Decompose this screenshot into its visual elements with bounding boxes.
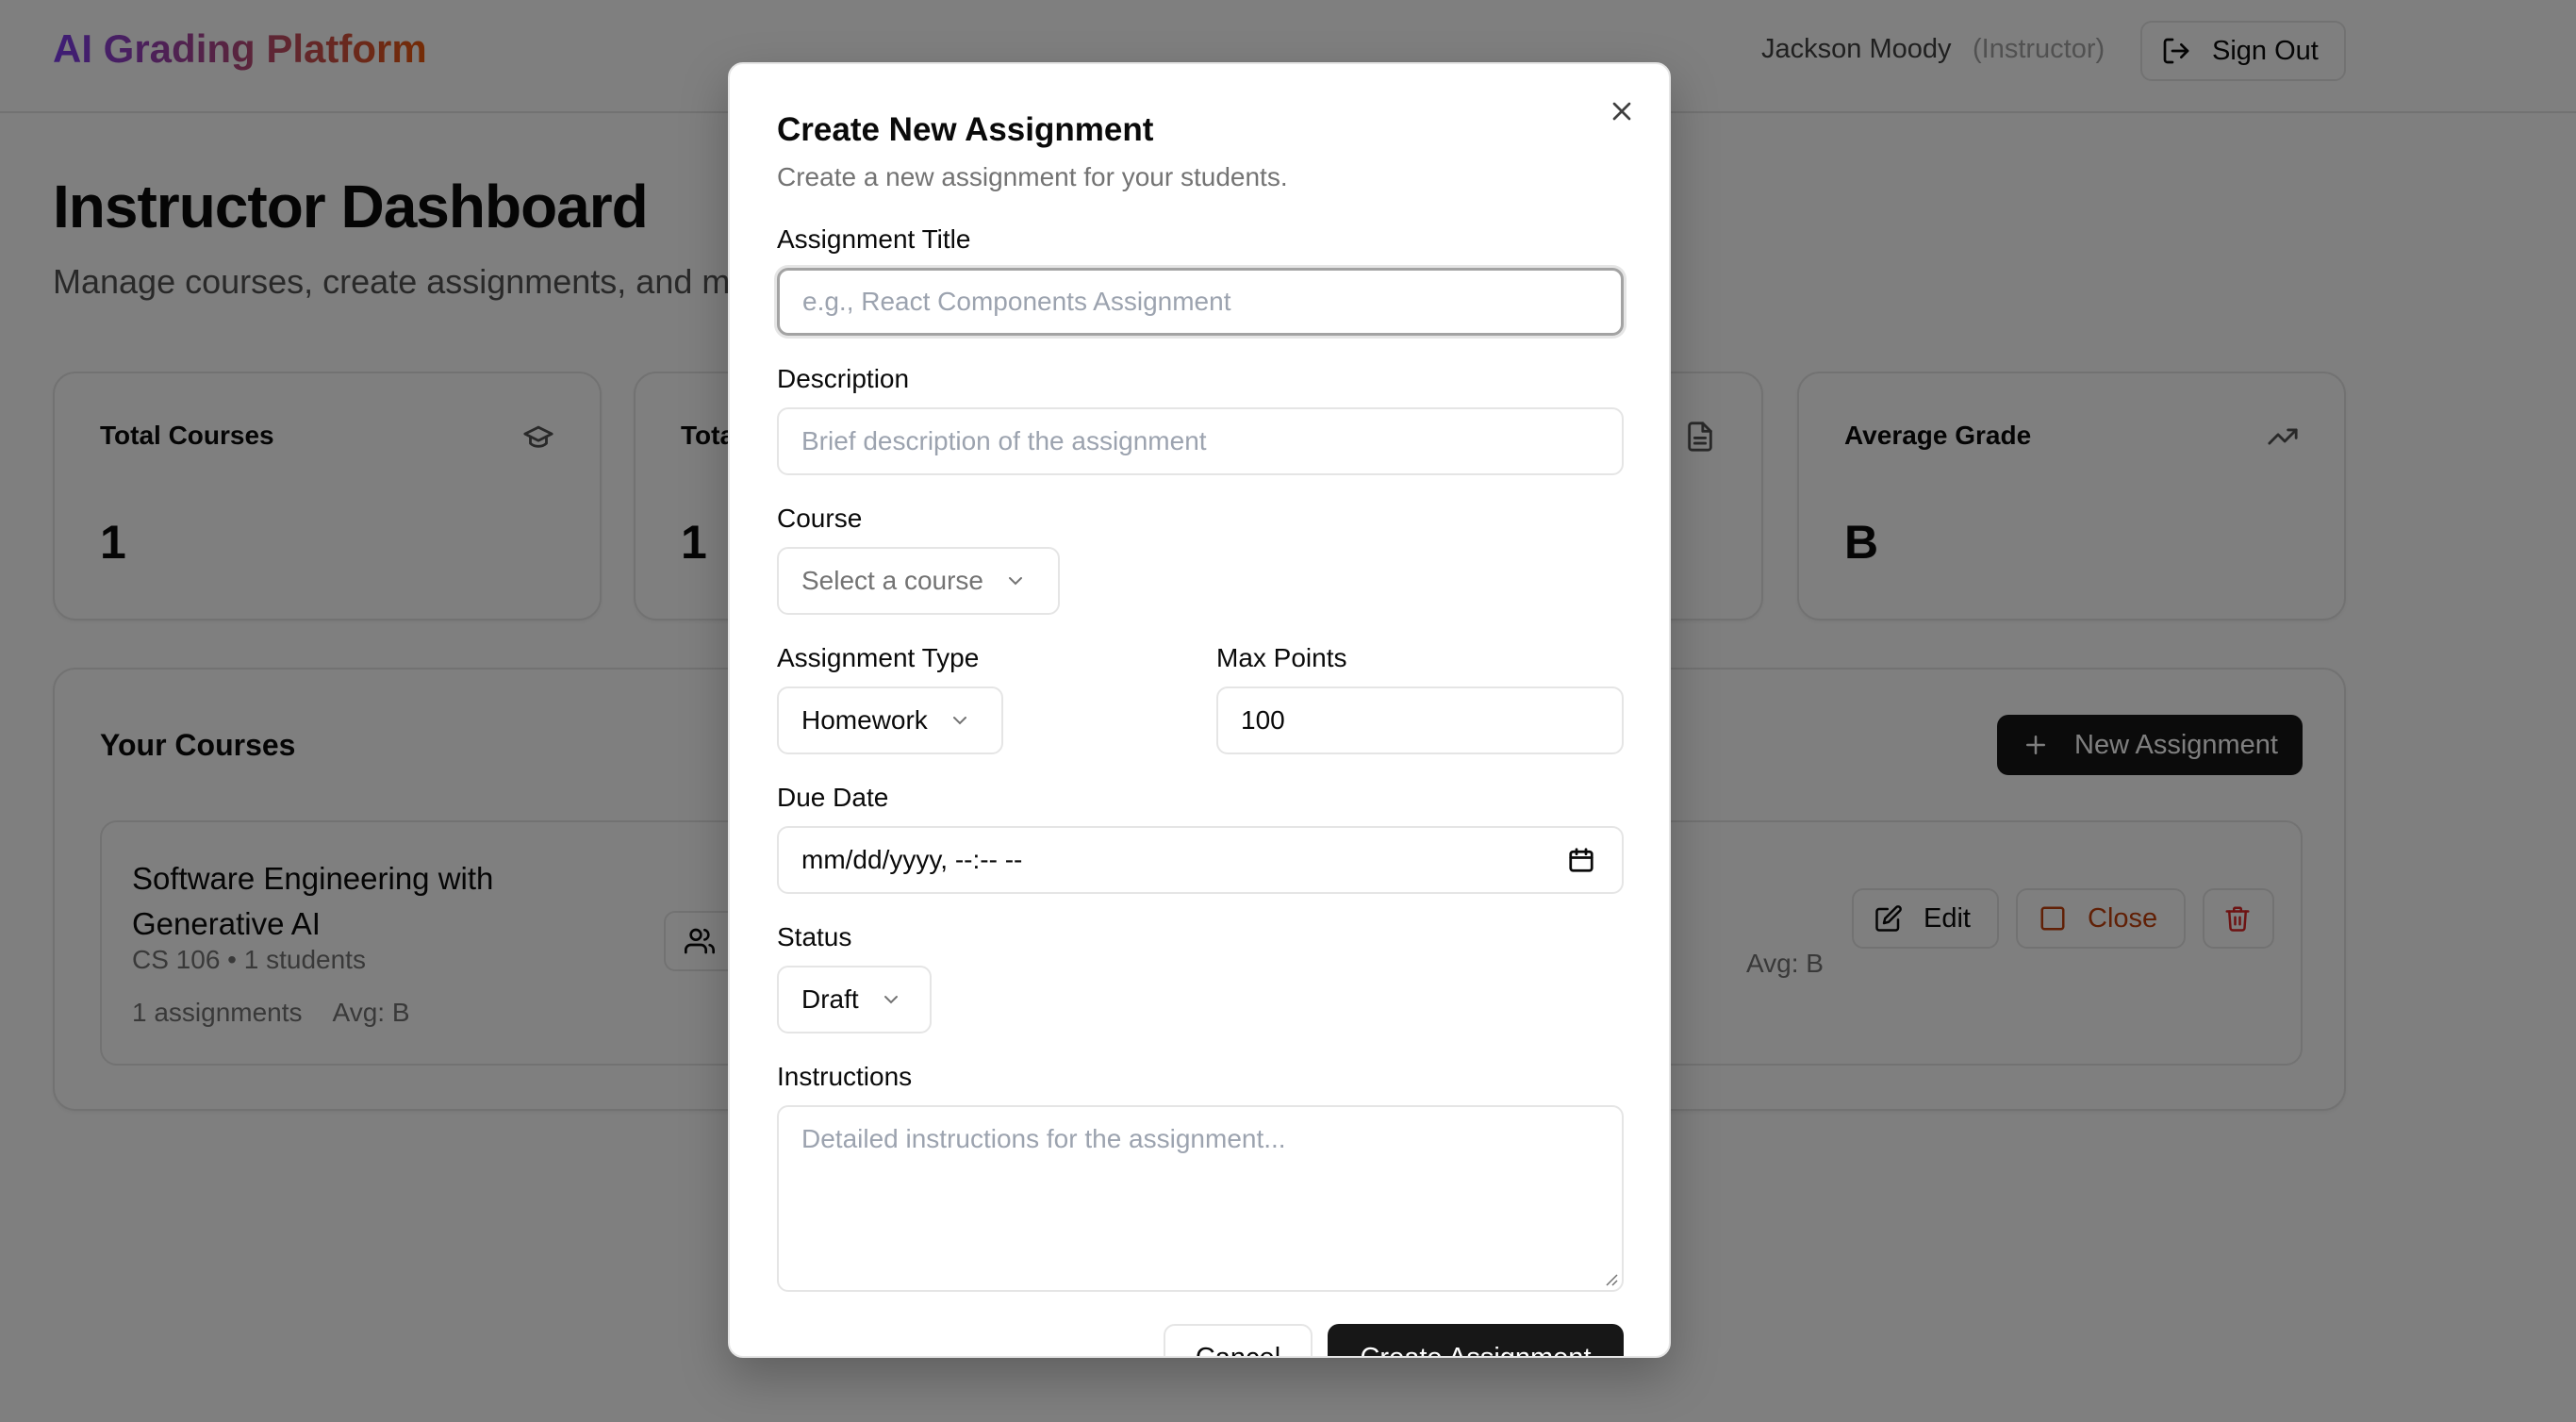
chevron-down-icon <box>1004 570 1027 592</box>
app-root: AI Grading Platform Jackson Moody (Instr… <box>0 0 2576 1422</box>
chevron-down-icon <box>880 988 902 1011</box>
chevron-down-icon <box>949 709 971 732</box>
assignment-title-placeholder: e.g., React Components Assignment <box>802 287 1231 316</box>
course-label: Course <box>777 504 863 533</box>
max-points-label: Max Points <box>1216 643 1347 672</box>
cancel-button[interactable]: Cancel <box>1164 1324 1313 1356</box>
due-date-input[interactable]: mm/dd/yyyy, --:-- -- <box>777 826 1624 894</box>
due-date-value: mm/dd/yyyy, --:-- -- <box>801 845 1023 874</box>
assignment-title-input[interactable]: e.g., React Components Assignment <box>777 268 1624 336</box>
assignment-type-select[interactable]: Homework <box>777 686 1003 754</box>
max-points-input[interactable]: 100 <box>1216 686 1624 754</box>
close-icon[interactable] <box>1607 96 1637 126</box>
dialog-description: Create a new assignment for your student… <box>777 162 1288 191</box>
dialog-title: Create New Assignment <box>777 111 1154 148</box>
due-date-label: Due Date <box>777 783 889 812</box>
max-points-value: 100 <box>1241 705 1285 735</box>
calendar-icon[interactable] <box>1567 846 1595 874</box>
instructions-label: Instructions <box>777 1062 913 1091</box>
status-select[interactable]: Draft <box>777 966 932 1033</box>
resize-handle-icon[interactable] <box>1605 1273 1618 1286</box>
course-select-value: Select a course <box>801 566 983 595</box>
status-value: Draft <box>801 984 859 1014</box>
assignment-type-value: Homework <box>801 705 928 735</box>
create-assignment-dialog: Create New Assignment Create a new assig… <box>728 62 1671 1358</box>
assignment-type-label: Assignment Type <box>777 643 980 672</box>
description-input[interactable]: Brief description of the assignment <box>777 407 1624 475</box>
description-label: Description <box>777 364 910 393</box>
instructions-placeholder: Detailed instructions for the assignment… <box>801 1124 1286 1153</box>
create-assignment-button[interactable]: Create Assignment <box>1328 1324 1624 1356</box>
status-label: Status <box>777 922 852 951</box>
instructions-textarea[interactable]: Detailed instructions for the assignment… <box>777 1105 1624 1292</box>
course-select[interactable]: Select a course <box>777 547 1060 615</box>
assignment-title-label: Assignment Title <box>777 224 971 254</box>
description-placeholder: Brief description of the assignment <box>801 426 1207 455</box>
